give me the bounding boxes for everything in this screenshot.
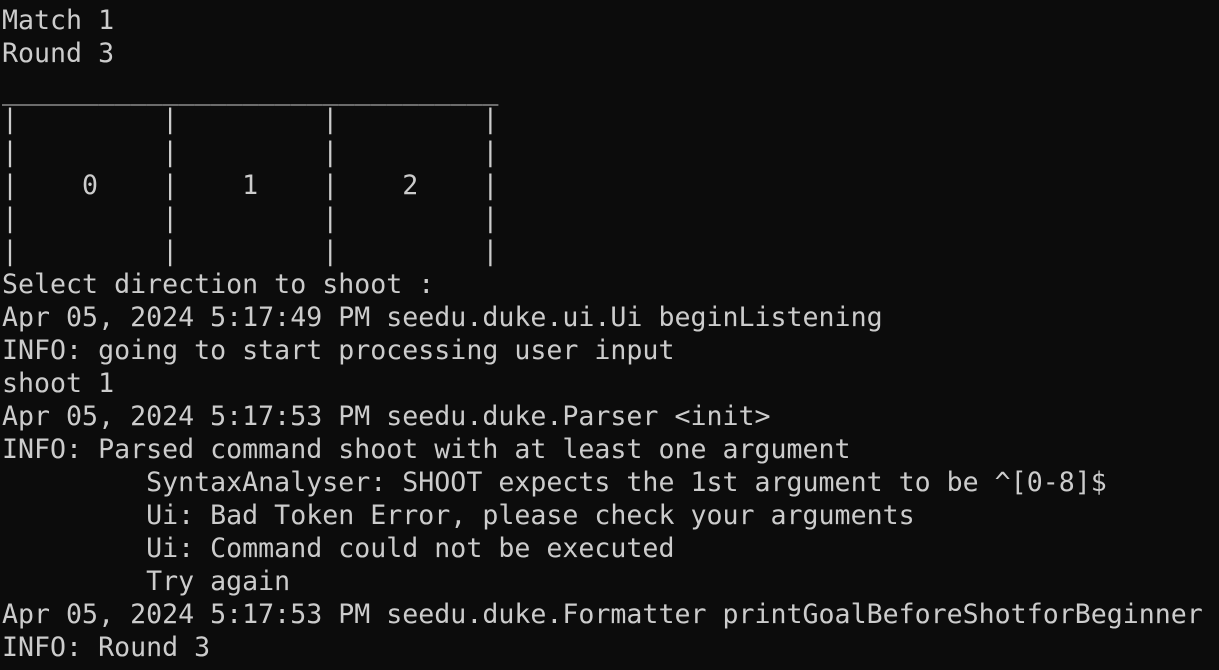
terminal-line-info-round: INFO: Round 3 — [2, 632, 211, 663]
goal-row-2: | | | | — [2, 137, 499, 168]
goal-row-5: | | | | — [2, 236, 499, 267]
goal-row-4: | | | | — [2, 203, 499, 234]
terminal-line-match: Match 1 — [2, 5, 115, 36]
terminal-line-prompt: Select direction to shoot : — [2, 269, 435, 300]
terminal-line-log-ui: Apr 05, 2024 5:17:49 PM seedu.duke.ui.Ui… — [2, 302, 883, 333]
terminal-line-syntax-error: SyntaxAnalyser: SHOOT expects the 1st ar… — [2, 467, 1107, 498]
terminal-line-info-start: INFO: going to start processing user inp… — [2, 335, 675, 366]
terminal-line-info-parsed: INFO: Parsed command shoot with at least… — [2, 434, 851, 465]
terminal-line-user-input: shoot 1 — [2, 368, 115, 399]
goal-row-labels: | 0 | 1 | 2 | — [2, 170, 499, 201]
terminal-line-log-parser: Apr 05, 2024 5:17:53 PM seedu.duke.Parse… — [2, 401, 771, 432]
terminal-line-round: Round 3 — [2, 38, 115, 69]
goal-row-1: | | | | — [2, 104, 499, 135]
terminal-line-try-again: Try again — [2, 566, 291, 597]
terminal-line-token-error: Ui: Bad Token Error, please check your a… — [2, 500, 915, 531]
terminal-window[interactable]: Match 1 Round 3 ________________________… — [0, 0, 1219, 670]
terminal-line-partial: ---- — [2, 662, 66, 670]
terminal-line-command-fail: Ui: Command could not be executed — [2, 533, 675, 564]
terminal-line-log-formatter: Apr 05, 2024 5:17:53 PM seedu.duke.Forma… — [2, 599, 1203, 630]
